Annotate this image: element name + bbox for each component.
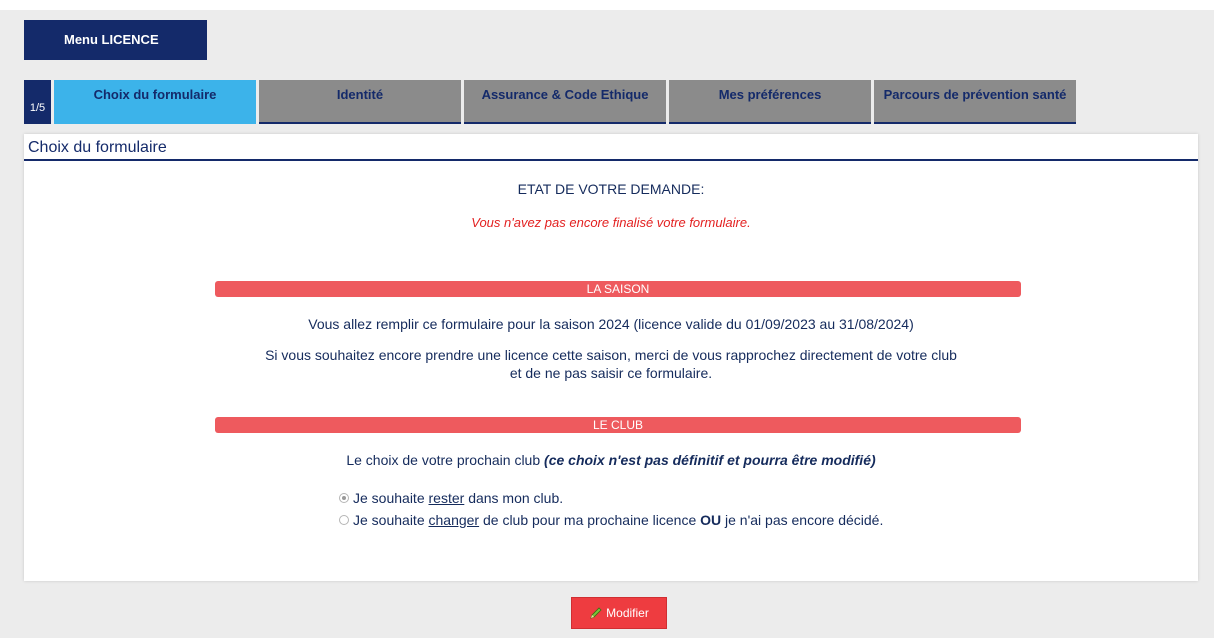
club-intro-note: (ce choix n'est pas définitif et pourra … — [544, 452, 876, 468]
option-change-mid: de club pour ma prochaine licence — [482, 512, 697, 528]
radio-change[interactable] — [339, 515, 349, 525]
form-panel: Choix du formulaire ETAT DE VOTRE DEMAND… — [24, 134, 1198, 581]
club-intro-text: Le choix de votre prochain club — [346, 452, 541, 468]
option-change-pre: Je souhaite — [353, 512, 425, 528]
club-bar: LE CLUB — [215, 417, 1021, 433]
season-text: Vous allez remplir ce formulaire pour la… — [308, 316, 914, 332]
radio-stay[interactable] — [339, 493, 349, 503]
form-steps-tabs: 1/5 Choix du formulaire Identité Assuran… — [24, 80, 1076, 124]
option-change-bold: OU — [700, 512, 722, 528]
tab-parcours-prevention-sante[interactable]: Parcours de prévention santé — [874, 80, 1076, 124]
option-change[interactable]: Je souhaite changer de club pour ma proc… — [339, 512, 883, 528]
pencil-icon — [590, 607, 602, 619]
panel-title: Choix du formulaire — [24, 134, 1198, 161]
modify-label: Modifier — [606, 606, 649, 620]
season-note-line2: et de ne pas saisir ce formulaire. — [509, 365, 713, 381]
tab-choix-du-formulaire[interactable]: Choix du formulaire — [54, 80, 256, 124]
option-change-post: je n'ai pas encore décidé. — [725, 512, 884, 528]
option-change-emph: changer — [428, 512, 480, 528]
step-indicator: 1/5 — [24, 80, 51, 124]
season-bar: LA SAISON — [215, 281, 1021, 297]
state-heading: ETAT DE VOTRE DEMANDE: — [517, 181, 705, 197]
state-message: Vous n'avez pas encore finalisé votre fo… — [471, 215, 751, 230]
option-stay-emph: rester — [428, 490, 465, 506]
top-strip — [0, 0, 1214, 10]
option-stay-pre: Je souhaite — [353, 490, 425, 506]
club-intro: Le choix de votre prochain club (ce choi… — [24, 452, 1198, 468]
tab-identite[interactable]: Identité — [259, 80, 461, 124]
tab-assurance-code-ethique[interactable]: Assurance & Code Ethique — [464, 80, 666, 124]
tab-mes-preferences[interactable]: Mes préférences — [669, 80, 871, 124]
season-note-line1: Si vous souhaitez encore prendre une lic… — [265, 347, 957, 363]
option-stay[interactable]: Je souhaite rester dans mon club. — [339, 490, 563, 506]
modify-button[interactable]: Modifier — [571, 597, 667, 629]
menu-licence-button[interactable]: Menu LICENCE — [24, 20, 207, 60]
option-stay-post: dans mon club. — [468, 490, 564, 506]
